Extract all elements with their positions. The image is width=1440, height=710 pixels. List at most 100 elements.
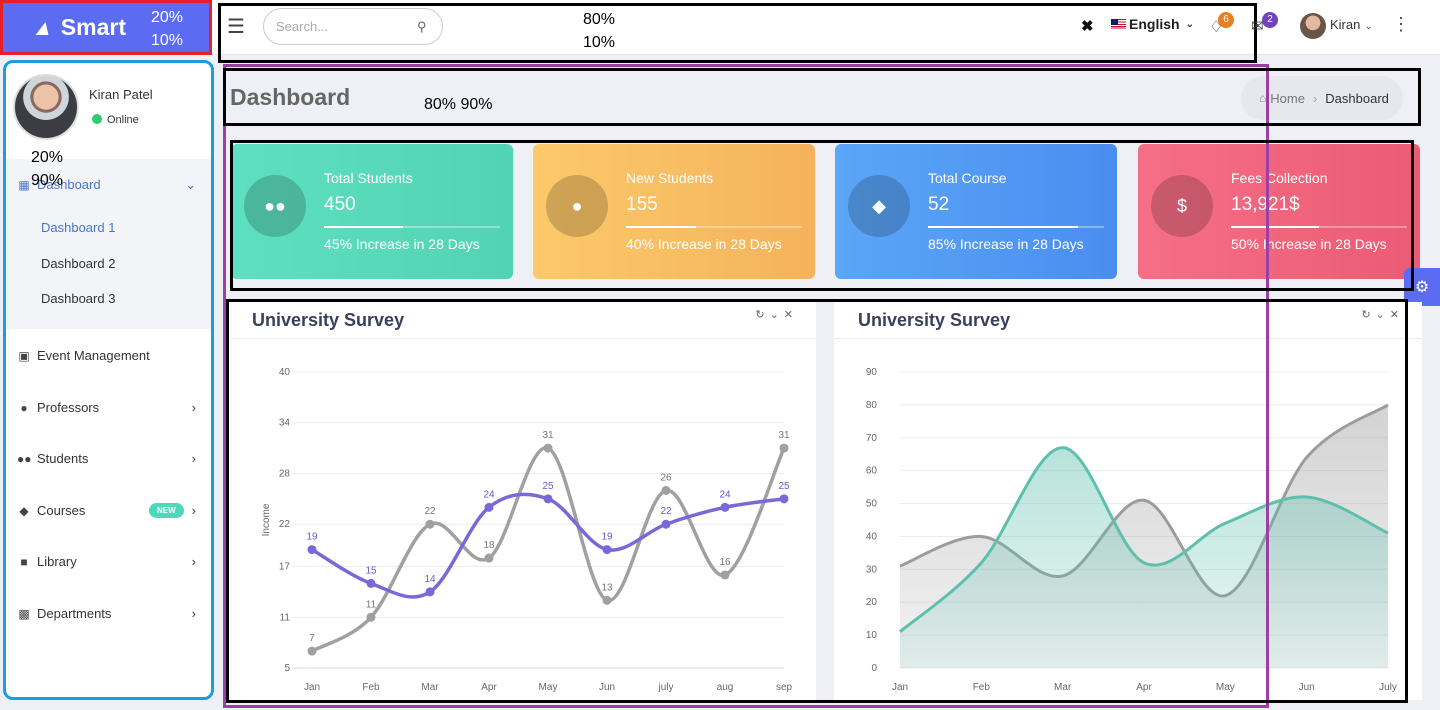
data-label: 18 bbox=[483, 540, 495, 551]
header-user-name: Kiran bbox=[1330, 17, 1361, 32]
breadcrumb-home-link[interactable]: Home bbox=[1270, 91, 1305, 106]
data-point bbox=[779, 494, 789, 504]
stat-card-total-students[interactable]: ●● Total Students 450 45% Increase in 28… bbox=[231, 144, 513, 279]
header-avatar[interactable] bbox=[1300, 13, 1326, 39]
x-tick-label: Apr bbox=[1136, 682, 1152, 693]
header-user-menu[interactable]: Kiran ⌄ bbox=[1330, 17, 1373, 32]
breadcrumb-separator-icon: › bbox=[1312, 90, 1318, 106]
sidebar-item-label: Library bbox=[37, 554, 77, 569]
search-input[interactable] bbox=[263, 8, 443, 45]
y-tick-label: 0 bbox=[871, 663, 877, 674]
x-tick-label: Jun bbox=[599, 682, 615, 693]
data-point bbox=[720, 502, 730, 512]
line-chart: 5 11 17 22 28 34 40 Jan Feb Mar Apr May Jun july aug se… bbox=[261, 367, 793, 693]
data-point bbox=[366, 612, 376, 622]
brand-logo-area[interactable]: ▲ Smart 20% 10% bbox=[0, 0, 212, 55]
building-icon: ▩ bbox=[18, 606, 30, 621]
stat-card-title: New Students bbox=[626, 170, 714, 186]
data-label: 22 bbox=[424, 506, 436, 517]
data-label: 31 bbox=[542, 430, 554, 441]
x-tick-label: sep bbox=[776, 682, 793, 693]
stat-card-value: 13,921$ bbox=[1231, 194, 1300, 215]
sidebar-item-library[interactable]: ■ Library › bbox=[17, 554, 202, 569]
y-tick-label: 70 bbox=[866, 433, 878, 444]
sidebar-item-professors[interactable]: ● Professors › bbox=[17, 400, 202, 415]
calendar-icon: ▣ bbox=[18, 348, 30, 363]
survey-panel-2: University Survey ↻⌄✕ 0 10 20 30 40 50 60 70 80 9… bbox=[834, 302, 1422, 700]
sidebar-item-label: Event Management bbox=[37, 348, 150, 363]
data-label: 22 bbox=[660, 506, 672, 517]
brand-annotation-line: 10% bbox=[151, 32, 184, 49]
chevron-right-icon: › bbox=[191, 400, 196, 415]
data-point bbox=[543, 443, 553, 453]
fullscreen-icon[interactable]: ✖ bbox=[1081, 17, 1094, 35]
group-icon: ●● bbox=[17, 451, 32, 466]
data-point bbox=[602, 545, 612, 555]
stat-card-progress bbox=[324, 226, 500, 228]
new-badge: NEW bbox=[149, 503, 184, 518]
stat-card-fees-collection[interactable]: $ Fees Collection 13,921$ 50% Increase i… bbox=[1138, 144, 1420, 279]
more-options-icon[interactable]: ⋮ bbox=[1392, 14, 1410, 35]
data-label: 7 bbox=[309, 633, 315, 644]
book-icon: ■ bbox=[20, 554, 28, 569]
y-tick-label: 90 bbox=[866, 367, 878, 378]
brand-annotation-line: 20% bbox=[151, 9, 184, 26]
data-point bbox=[484, 553, 494, 563]
data-point bbox=[661, 519, 671, 529]
sidebar-item-departments[interactable]: ▩ Departments › bbox=[17, 606, 202, 621]
data-label: 16 bbox=[719, 557, 731, 568]
stat-card-subtext: 45% Increase in 28 Days bbox=[324, 236, 480, 252]
sidebar-item-students[interactable]: ●● Students › bbox=[17, 451, 202, 466]
sidebar-annotation: 20% 90% bbox=[31, 146, 63, 192]
language-selector[interactable]: English ⌄ bbox=[1111, 16, 1194, 32]
hamburger-menu-icon[interactable]: ☰ bbox=[227, 14, 245, 39]
stat-card-subtext: 40% Increase in 28 Days bbox=[626, 236, 782, 252]
smart-logo-icon: ▲ bbox=[29, 14, 59, 40]
search-icon[interactable]: ⚲ bbox=[417, 19, 427, 35]
data-point bbox=[720, 570, 730, 580]
y-tick-label: 34 bbox=[279, 418, 291, 429]
profile-avatar[interactable] bbox=[13, 74, 79, 140]
stat-card-title: Fees Collection bbox=[1231, 170, 1328, 186]
stat-card-new-students[interactable]: ● New Students 155 40% Increase in 28 Da… bbox=[533, 144, 815, 279]
series-line bbox=[311, 492, 785, 599]
sidebar-annotation-line: 20% bbox=[31, 149, 64, 166]
y-tick-label: 10 bbox=[866, 630, 878, 641]
stat-card-progress-fill bbox=[1231, 226, 1319, 228]
data-point bbox=[602, 595, 612, 605]
header-annotation-line: 10% bbox=[583, 34, 616, 51]
data-point bbox=[366, 578, 376, 588]
online-status-dot bbox=[92, 114, 102, 124]
x-tick-label: Mar bbox=[1054, 682, 1072, 693]
header-annotation-line: 80% bbox=[583, 11, 616, 28]
data-point bbox=[484, 502, 494, 512]
language-label: English bbox=[1129, 16, 1180, 32]
sidebar-subitem-dashboard-1[interactable]: Dashboard 1 bbox=[41, 220, 115, 235]
online-status-text: Online bbox=[107, 114, 139, 126]
y-tick-label: 50 bbox=[866, 499, 878, 510]
stat-card-title: Total Course bbox=[928, 170, 1007, 186]
stat-card-value: 155 bbox=[626, 194, 658, 215]
settings-gear-icon[interactable]: ⚙ bbox=[1404, 268, 1440, 306]
sidebar-item-event-management[interactable]: ▣ Event Management bbox=[17, 348, 202, 363]
x-tick-label: May bbox=[1216, 682, 1235, 693]
survey-panel-1: University Survey ↻⌄✕ 5 11 17 22 28 34 40 Jan Fe… bbox=[228, 302, 816, 700]
stat-card-total-course[interactable]: ◆ Total Course 52 85% Increase in 28 Day… bbox=[835, 144, 1117, 279]
dashboard-grid-icon: ▦ bbox=[18, 177, 30, 192]
y-tick-label: 17 bbox=[279, 562, 291, 573]
sidebar-item-courses[interactable]: ◆ Courses NEW › bbox=[17, 503, 202, 518]
sidebar-item-label: Departments bbox=[37, 606, 112, 621]
chevron-down-icon: ⌄ bbox=[185, 176, 196, 192]
data-point bbox=[425, 587, 435, 597]
sidebar-item-label: Professors bbox=[37, 400, 100, 415]
chevron-right-icon: › bbox=[191, 606, 196, 621]
sidebar-subitem-dashboard-3[interactable]: Dashboard 3 bbox=[41, 291, 115, 306]
stat-card-subtext: 85% Increase in 28 Days bbox=[928, 236, 1084, 252]
dollar-icon: $ bbox=[1151, 175, 1213, 237]
x-tick-label: aug bbox=[717, 682, 734, 693]
profile-name: Kiran Patel bbox=[89, 87, 153, 102]
chevron-right-icon: › bbox=[191, 503, 196, 518]
notification-badge: 6 bbox=[1218, 12, 1234, 28]
data-label: 25 bbox=[542, 481, 554, 492]
sidebar-subitem-dashboard-2[interactable]: Dashboard 2 bbox=[41, 256, 115, 271]
